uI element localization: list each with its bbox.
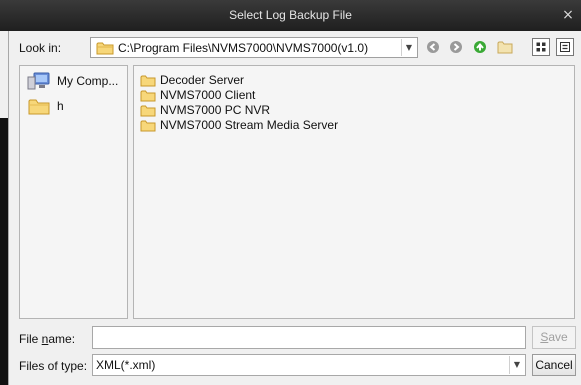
list-item[interactable]: NVMS7000 PC NVR: [140, 103, 270, 117]
up-button[interactable]: [471, 38, 489, 56]
list-item[interactable]: NVMS7000 Client: [140, 88, 255, 102]
computer-icon: [27, 72, 50, 90]
list-item[interactable]: Decoder Server: [140, 73, 244, 87]
cancel-button[interactable]: Cancel: [532, 354, 576, 376]
file-name: Decoder Server: [160, 73, 245, 87]
save-button-label: ave: [548, 330, 568, 344]
place-label: My Comp...: [57, 74, 119, 88]
place-label: h: [57, 99, 64, 113]
dialog-frame-line: [8, 31, 9, 385]
file-type-select[interactable]: XML(*.xml) ▼: [92, 354, 526, 376]
chevron-down-icon[interactable]: ▼: [509, 356, 524, 374]
file-name: NVMS7000 Stream Media Server: [160, 118, 339, 132]
file-name-label-prefix: File: [19, 332, 42, 346]
list-item[interactable]: NVMS7000 Stream Media Server: [140, 118, 338, 132]
look-in-label: Look in:: [19, 41, 62, 55]
folder-icon: [28, 99, 50, 115]
close-icon[interactable]: ×: [561, 7, 575, 23]
file-type-value: XML(*.xml): [96, 358, 156, 372]
window-title: Select Log Backup File: [229, 8, 352, 22]
file-name-input[interactable]: [92, 326, 526, 349]
list-view-icon: [536, 42, 546, 52]
file-name: NVMS7000 Client: [160, 88, 256, 102]
places-sidebar: My Comp... h: [19, 65, 128, 319]
place-h[interactable]: h: [27, 96, 64, 116]
new-folder-button[interactable]: [496, 38, 514, 56]
forward-arrow-icon: [450, 41, 462, 53]
folder-icon: [140, 75, 156, 86]
back-arrow-icon: [427, 41, 439, 53]
detail-view-icon: [560, 42, 570, 52]
place-my-computer[interactable]: My Comp...: [27, 71, 118, 91]
up-arrow-icon: [474, 41, 486, 53]
list-view-button[interactable]: [532, 38, 550, 56]
background-window-edge: [0, 118, 8, 385]
save-button[interactable]: Save: [532, 326, 576, 349]
folder-icon: [140, 90, 156, 101]
chevron-down-icon[interactable]: ▼: [401, 39, 416, 56]
look-in-path: C:\Program Files\NVMS7000\NVMS7000(v1.0): [118, 41, 369, 55]
title-bar: Select Log Backup File ×: [0, 0, 581, 31]
file-name-label-suffix: ame:: [48, 332, 76, 346]
file-name-label: File name:: [19, 332, 75, 346]
forward-button[interactable]: [447, 38, 465, 56]
look-in-combo[interactable]: C:\Program Files\NVMS7000\NVMS7000(v1.0)…: [90, 37, 418, 58]
back-button[interactable]: [424, 38, 442, 56]
folder-icon: [140, 105, 156, 116]
folder-icon: [96, 41, 114, 58]
file-name: NVMS7000 PC NVR: [160, 103, 271, 117]
file-list: Decoder Server NVMS7000 Client NVMS7000 …: [133, 65, 575, 319]
folder-icon: [140, 120, 156, 131]
detail-view-button[interactable]: [556, 38, 574, 56]
new-folder-icon: [497, 41, 513, 54]
file-type-label: Files of type:: [19, 359, 88, 373]
